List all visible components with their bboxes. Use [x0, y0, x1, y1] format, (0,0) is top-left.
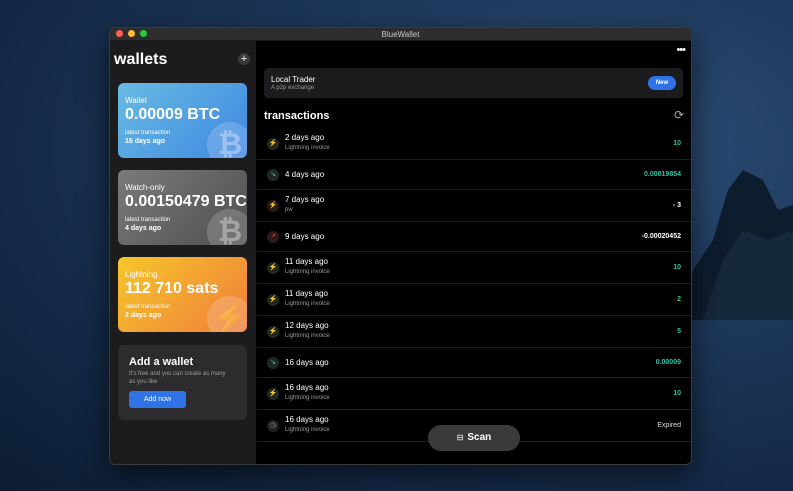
transactions-heading: transactions: [264, 110, 330, 122]
lightning-icon: ⚡: [267, 137, 279, 150]
lightning-icon: ⚡: [267, 293, 279, 306]
lightning-bolt-icon: ⚡: [207, 296, 247, 332]
transaction-row[interactable]: ⚡ 16 days ago Lightning invoice 10: [257, 378, 691, 410]
transaction-row[interactable]: ↘ 16 days ago 0.00009: [257, 348, 691, 378]
local-trader-banner[interactable]: Local Trader A p2p exchange New: [264, 68, 683, 98]
latest-transaction-value: 2 days ago: [125, 312, 162, 319]
transaction-row[interactable]: ↘ 4 days ago 0.00019854: [257, 160, 691, 190]
zoom-window-button[interactable]: [140, 30, 147, 37]
bitcoin-icon: ₿: [207, 209, 247, 245]
transaction-row[interactable]: ⚡ 2 days ago Lightning invoice 10: [257, 128, 691, 160]
scan-label: Scan: [467, 432, 492, 443]
scan-icon: ⊟: [456, 433, 464, 442]
transaction-amount: 2: [677, 295, 681, 303]
transaction-row[interactable]: ↗ 9 days ago -0.00020452: [257, 222, 691, 252]
clock-icon: ◷: [267, 419, 279, 432]
transaction-row[interactable]: ⚡ 11 days ago Lightning invoice 10: [257, 252, 691, 284]
latest-transaction-value: 4 days ago: [125, 225, 162, 232]
more-options-icon[interactable]: •••: [676, 44, 686, 56]
wallet-card-btc[interactable]: Wallet 0.00009 BTC latest transaction 16…: [118, 83, 247, 158]
incoming-arrow-icon: ↘: [267, 356, 279, 369]
incoming-arrow-icon: ↘: [267, 168, 279, 181]
lightning-icon: ⚡: [267, 261, 279, 274]
transaction-date: 7 days ago: [285, 194, 325, 204]
add-wallet-card: Add a wallet It's free and you can creat…: [118, 345, 247, 420]
banner-title: Local Trader: [271, 75, 316, 84]
transaction-amount: 0.00019854: [644, 170, 681, 178]
transaction-memo: Lightning invoice: [285, 394, 330, 401]
latest-transaction-label: latest transaction: [125, 217, 171, 223]
latest-transaction-label: latest transaction: [125, 130, 171, 136]
wallet-balance: 112 710 sats: [125, 280, 219, 297]
wallet-label: Wallet: [125, 96, 147, 105]
transaction-amount: -0.00020452: [641, 232, 681, 240]
transactions-panel: ••• Local Trader A p2p exchange New tran…: [257, 41, 691, 464]
bitcoin-icon: ₿: [207, 122, 247, 158]
transaction-amount: 0.00009: [655, 358, 681, 366]
scan-button[interactable]: ⊟ Scan: [428, 425, 520, 451]
add-wallet-plus-button[interactable]: +: [238, 53, 250, 65]
close-window-button[interactable]: [116, 30, 123, 37]
desktop-landscape: [683, 170, 793, 320]
app-window: BlueWallet wallets + Wallet 0.00009 BTC …: [109, 27, 692, 465]
transaction-date: 16 days ago: [285, 414, 329, 424]
wallets-sidebar: wallets + Wallet 0.00009 BTC latest tran…: [110, 41, 256, 464]
transaction-row[interactable]: ⚡ 11 days ago Lightning invoice 2: [257, 284, 691, 316]
latest-transaction-value: 16 days ago: [125, 138, 166, 145]
transaction-amount: Expired: [657, 421, 681, 429]
new-badge-button[interactable]: New: [648, 76, 676, 90]
transaction-memo: Lightning invoice: [285, 332, 330, 339]
add-wallet-title: Add a wallet: [129, 356, 194, 368]
transaction-date: 2 days ago: [285, 132, 325, 142]
refresh-icon[interactable]: ⟳: [674, 108, 684, 122]
transactions-list: ⚡ 2 days ago Lightning invoice 10 ↘ 4 days ag…: [257, 128, 691, 442]
transaction-amount: - 3: [672, 201, 681, 209]
transaction-memo: Lightning invoice: [285, 144, 330, 151]
add-wallet-description: It's free and you can create as many as …: [129, 371, 226, 385]
transaction-amount: 5: [677, 327, 681, 335]
wallet-label: Lightning: [125, 270, 158, 279]
transaction-date: 9 days ago: [285, 231, 325, 241]
wallets-heading: wallets: [114, 51, 168, 68]
transaction-memo: Lightning invoice: [285, 426, 330, 433]
title-bar: BlueWallet: [110, 28, 691, 41]
latest-transaction-label: latest transaction: [125, 304, 171, 310]
transaction-date: 16 days ago: [285, 357, 329, 367]
minimize-window-button[interactable]: [128, 30, 135, 37]
transaction-amount: 10: [673, 139, 681, 147]
window-title: BlueWallet: [381, 29, 420, 39]
transaction-amount: 10: [673, 263, 681, 271]
transaction-row[interactable]: ⚡ 7 days ago pw - 3: [257, 190, 691, 222]
wallet-card-lightning[interactable]: Lightning 112 710 sats latest transactio…: [118, 257, 247, 332]
lightning-icon: ⚡: [267, 387, 279, 400]
transaction-memo: Lightning invoice: [285, 300, 330, 307]
add-now-button[interactable]: Add now: [129, 391, 186, 408]
banner-subtitle: A p2p exchange: [271, 85, 315, 91]
transaction-date: 11 days ago: [285, 288, 328, 298]
wallet-label: Watch-only: [125, 183, 165, 192]
wallet-card-watch-only[interactable]: Watch-only 0.00150479 BTC latest transac…: [118, 170, 247, 245]
transaction-row[interactable]: ⚡ 12 days ago Lightning invoice 5: [257, 316, 691, 348]
transaction-date: 11 days ago: [285, 256, 328, 266]
lightning-icon: ⚡: [267, 199, 279, 212]
lightning-icon: ⚡: [267, 325, 279, 338]
transaction-amount: 10: [673, 389, 681, 397]
transaction-date: 12 days ago: [285, 320, 329, 330]
transaction-memo: Lightning invoice: [285, 268, 330, 275]
transaction-memo: pw: [285, 206, 293, 213]
wallet-balance: 0.00009 BTC: [125, 106, 221, 123]
outgoing-arrow-icon: ↗: [267, 230, 279, 243]
transaction-date: 4 days ago: [285, 169, 325, 179]
transaction-date: 16 days ago: [285, 382, 329, 392]
